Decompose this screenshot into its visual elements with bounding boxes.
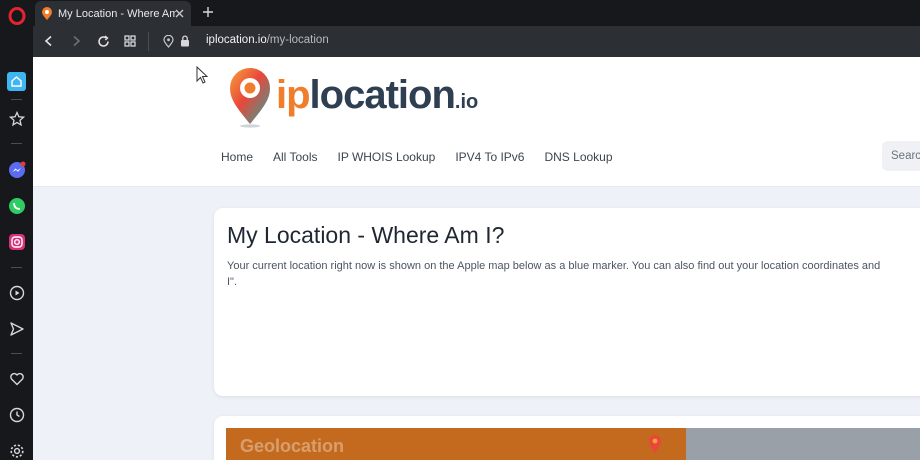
instagram-icon[interactable]: [7, 232, 26, 251]
logo-ip: ip: [276, 73, 311, 117]
url-domain: iplocation.io: [206, 34, 267, 46]
page-description: Your current location right now is shown…: [227, 258, 920, 290]
location-card: My Location - Where Am I? Your current l…: [214, 208, 920, 396]
sidebar-divider: [11, 143, 22, 144]
mouse-cursor-icon: [196, 66, 208, 84]
logo-tld: .io: [454, 91, 479, 113]
map-banner: Geolocation: [226, 428, 686, 460]
back-arrow-icon[interactable]: [40, 32, 58, 50]
nav-ip-whois-lookup[interactable]: IP WHOIS Lookup: [337, 150, 435, 164]
map-area[interactable]: [686, 428, 920, 460]
tab-strip: My Location - Where Am I?: [33, 0, 920, 26]
nav-ipv4-to-ipv6[interactable]: IPV4 To IPv6: [455, 150, 524, 164]
plus-icon[interactable]: [199, 3, 217, 21]
map-banner-label: Geolocation: [240, 436, 345, 456]
toolbar-divider: [148, 32, 149, 51]
tab-title: My Location - Where Am I?: [58, 7, 176, 20]
site-header: iplocation.io Home All Tools IP WHOIS Lo…: [33, 57, 920, 187]
page-title: My Location - Where Am I?: [227, 222, 505, 248]
address-bar[interactable]: iplocation.io/my-location: [206, 34, 329, 46]
close-icon[interactable]: [172, 6, 186, 20]
nav-dns-lookup[interactable]: DNS Lookup: [544, 150, 612, 164]
description-line-1: Your current location right now is shown…: [227, 260, 881, 272]
sidebar-divider: [11, 99, 22, 100]
search-input[interactable]: Search: [882, 141, 920, 171]
nav-home[interactable]: Home: [221, 150, 253, 164]
whatsapp-icon[interactable]: [7, 196, 26, 215]
forward-arrow-icon[interactable]: [67, 32, 85, 50]
location-pin-icon[interactable]: [159, 32, 177, 50]
heart-icon[interactable]: [7, 369, 26, 388]
page-viewport: iplocation.io Home All Tools IP WHOIS Lo…: [33, 57, 920, 460]
star-icon[interactable]: [7, 109, 26, 128]
sidebar-divider: [11, 267, 22, 268]
logo-location: location: [309, 73, 456, 117]
send-icon[interactable]: [7, 319, 26, 338]
sidebar-divider: [11, 353, 22, 354]
map-card: Geolocation: [214, 416, 920, 460]
url-path: /my-location: [266, 34, 329, 46]
reload-icon[interactable]: [94, 32, 112, 50]
nav-all-tools[interactable]: All Tools: [273, 150, 317, 164]
messenger-icon[interactable]: [7, 160, 26, 179]
site-nav: Home All Tools IP WHOIS Lookup IPV4 To I…: [221, 150, 633, 164]
tab-grid-icon[interactable]: [121, 32, 139, 50]
browser-toolbar: iplocation.io/my-location: [33, 26, 920, 57]
settings-icon[interactable]: [7, 441, 26, 460]
opera-logo-icon[interactable]: [7, 6, 26, 25]
tab-active[interactable]: My Location - Where Am I?: [35, 1, 191, 26]
description-line-2: I".: [227, 276, 238, 288]
iplocation-favicon-icon: [42, 6, 52, 20]
lock-icon[interactable]: [176, 32, 194, 50]
home-icon[interactable]: [7, 72, 26, 91]
browser-sidebar: [0, 0, 33, 460]
site-logo-text[interactable]: iplocation.io: [276, 67, 478, 130]
history-icon[interactable]: [7, 405, 26, 424]
map-marker-icon: [649, 435, 661, 453]
player-icon[interactable]: [7, 283, 26, 302]
iplocation-logo-icon[interactable]: [226, 66, 278, 128]
